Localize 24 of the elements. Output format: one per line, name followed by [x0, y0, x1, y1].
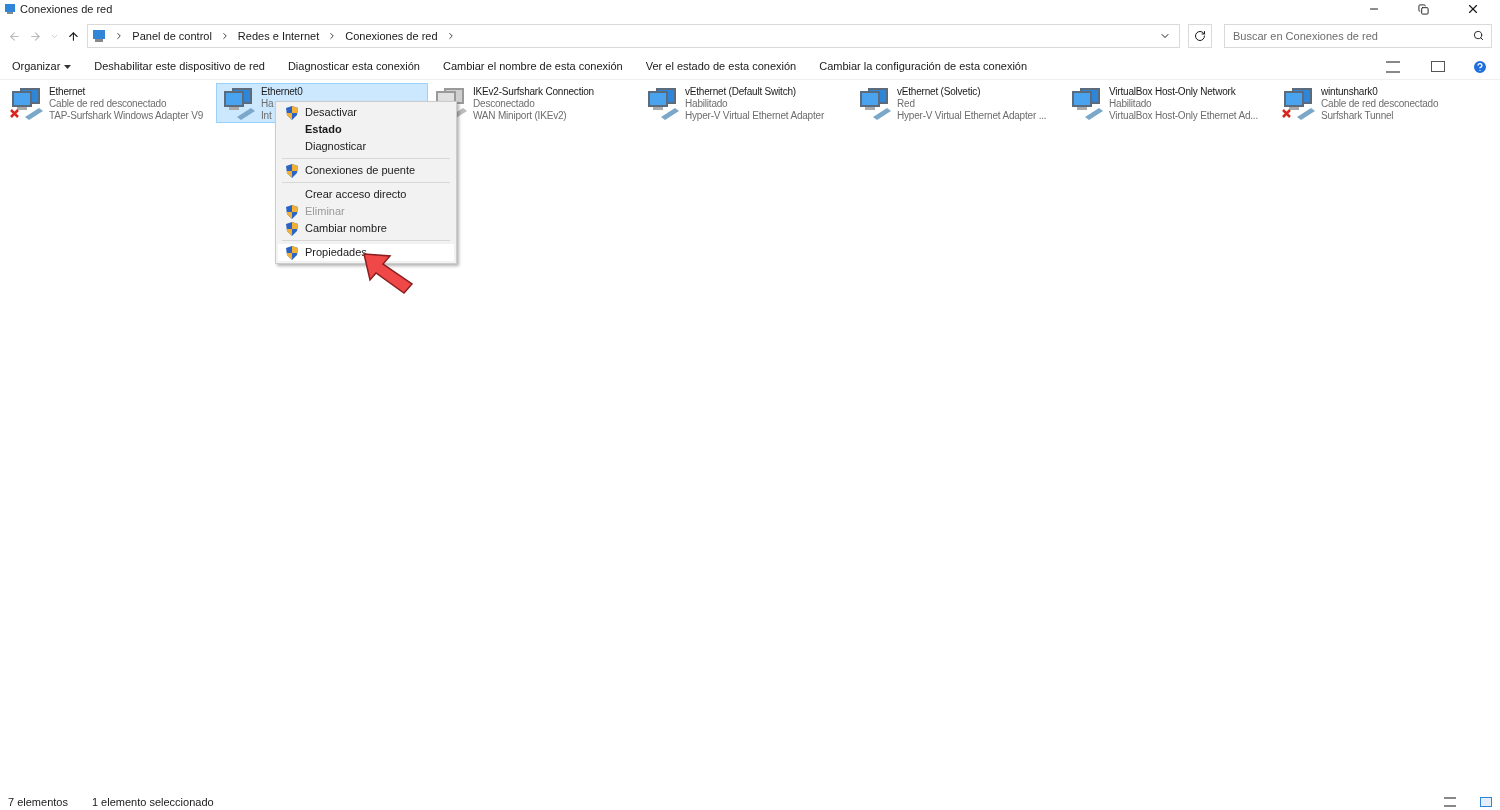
window-title: Conexiones de red — [20, 1, 113, 17]
connection-name: VirtualBox Host-Only Network — [1109, 86, 1236, 98]
connection-status: Red — [897, 98, 915, 110]
connection-name: vEthernet (Solvetic) — [897, 86, 981, 98]
adapter-name: Int — [261, 110, 272, 122]
connection-name: Ethernet — [49, 86, 86, 98]
adapter-name: TAP-Surfshark Windows Adapter V9 — [49, 110, 204, 122]
connection-status: Cable de red desconectado — [1321, 98, 1439, 110]
adapter-name: Hyper-V Virtual Ethernet Adapter ... — [897, 110, 1047, 122]
connection-name: vEthernet (Default Switch) — [685, 86, 796, 98]
connection-status: Desconectado — [473, 98, 535, 110]
selection-count: 1 elemento seleccionado — [91, 794, 214, 810]
adapter-name: WAN Miniport (IKEv2) — [473, 110, 567, 122]
adapter-name: Surfshark Tunnel — [1321, 110, 1394, 122]
connection-status: Habilitado — [685, 98, 728, 110]
connection-status: Cable de red desconectado — [49, 98, 167, 110]
connection-status: Habilitado — [1109, 98, 1152, 110]
adapter-name: VirtualBox Host-Only Ethernet Ad... — [1109, 110, 1258, 122]
adapter-name: Hyper-V Virtual Ethernet Adapter — [685, 110, 825, 122]
connection-name: IKEv2-Surfshark Connection — [473, 86, 594, 98]
item-count: 7 elementos — [8, 794, 68, 810]
connection-name: wintunshark0 — [1321, 86, 1378, 98]
connection-name: Ethernet0 — [261, 86, 303, 98]
connection-status: Ha — [261, 98, 274, 110]
